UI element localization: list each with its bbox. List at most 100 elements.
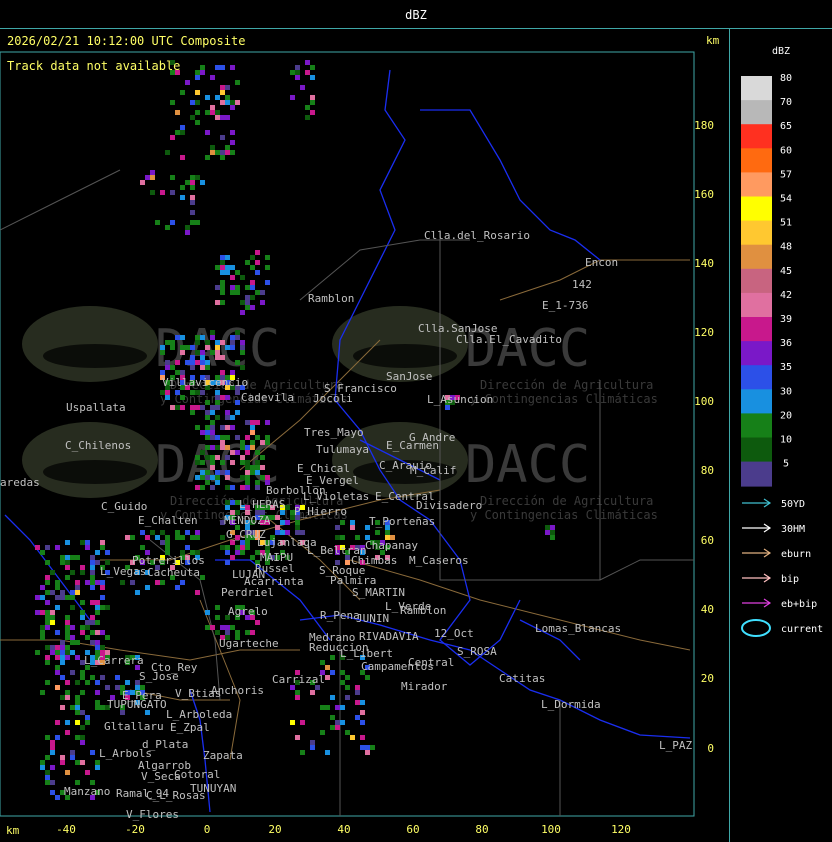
place-label: M_Caseros <box>409 554 469 567</box>
track-status-note: Track data not available <box>7 59 181 73</box>
place-label: Anchoris <box>211 684 264 697</box>
dacc-watermark-line: Dirección de Agricultura <box>480 494 653 508</box>
place-label: 142 <box>572 278 592 291</box>
place-label: Clla.del_Rosario <box>424 229 530 242</box>
legend-value: 57 <box>780 169 792 180</box>
y-tick-label: 120 <box>694 326 714 339</box>
place-label: L_PAZ <box>659 739 692 752</box>
x-tick-label: 40 <box>337 823 350 836</box>
legend-swatch <box>741 413 772 439</box>
place-label: Ugarteche <box>219 637 279 650</box>
place-label: L_Asuncion <box>427 393 493 406</box>
dacc-watermark-line: Dirección de Agricultura <box>480 378 653 392</box>
legend-value: 65 <box>780 121 792 132</box>
y-tick-label: 20 <box>701 672 714 685</box>
place-label: JUNIN <box>356 612 389 625</box>
y-tick-label: 0 <box>707 742 714 755</box>
place-label: Jocoli <box>313 392 353 405</box>
dacc-logo-text: DACC <box>465 435 590 495</box>
legend-value: 51 <box>780 218 792 229</box>
legend-swatch <box>741 292 772 318</box>
place-label: Acarrinta <box>244 575 304 588</box>
place-label: Cadevila <box>241 391 294 404</box>
place-label: TUPUNGATO <box>107 698 167 711</box>
legend-value: 42 <box>780 290 792 301</box>
track-legend-label: 30HM <box>781 524 805 535</box>
legend-swatch <box>741 341 772 367</box>
km-unit-top: km <box>706 34 720 47</box>
dacc-logo-icon <box>22 422 158 498</box>
place-label: E_Zpal <box>170 721 210 734</box>
x-tick-label: 120 <box>611 823 631 836</box>
place-label: Mirador <box>401 680 448 693</box>
y-axis-ticks: 180 160 140 120 100 80 60 40 20 0 <box>694 119 714 755</box>
legend-swatch <box>741 196 772 222</box>
place-label: Cotoral <box>174 768 220 781</box>
x-tick-label: 20 <box>268 823 281 836</box>
legend-swatch <box>741 76 772 101</box>
place-label: Central <box>408 656 454 669</box>
place-label: L_Violetas <box>303 490 369 503</box>
place-label: P_Hierro <box>294 505 347 518</box>
legend-value: 10 <box>780 435 792 446</box>
place-label: Gltallaru <box>104 720 164 733</box>
track-legend-label: 50YD <box>781 499 805 510</box>
place-label: Clla.El_Cavadito <box>456 333 562 346</box>
radar-display: dBZ DACC Dirección de Agricultura y Contin… <box>0 0 832 842</box>
track-legend-label: eburn <box>781 549 811 560</box>
legend-title: dBZ <box>772 46 791 57</box>
x-tick-label: 100 <box>541 823 561 836</box>
legend-value: 70 <box>780 97 792 108</box>
place-label: Ramblon <box>308 292 354 305</box>
current-track-icon <box>741 619 771 637</box>
track-legend-label: current <box>781 624 823 635</box>
place-label: E_Chalten <box>138 514 198 527</box>
place-label: L_Vegas <box>100 565 146 578</box>
place-label: Divisadero <box>416 499 482 512</box>
place-label: Catitas <box>499 672 545 685</box>
legend-value: 20 <box>780 410 792 421</box>
x-tick-label: 0 <box>204 823 211 836</box>
y-tick-label: 160 <box>694 188 714 201</box>
place-label: L_Arboleda <box>166 708 232 721</box>
y-tick-label: 100 <box>694 395 714 408</box>
y-tick-label: 80 <box>701 464 714 477</box>
place-label: Chapanay <box>365 539 418 552</box>
x-tick-label: -40 <box>56 823 76 836</box>
place-label: Zapata <box>203 749 243 762</box>
place-label: Carrizal <box>272 673 325 686</box>
place-label: Encon <box>585 256 618 269</box>
legend-swatch <box>741 172 772 198</box>
legend-swatch <box>741 124 772 150</box>
place-label: S_MARTIN <box>352 586 405 599</box>
place-label: T_Porteñas <box>369 515 435 528</box>
legend-value: 45 <box>780 266 792 277</box>
place-label: L_Libert <box>340 647 393 660</box>
place-label: C_Guido <box>101 500 147 513</box>
place-label: 12_Oct <box>434 627 474 640</box>
place-label: L_Dormida <box>541 698 601 711</box>
legend-swatch <box>741 317 772 342</box>
legend-swatch <box>741 220 772 246</box>
track-legend-label: bip <box>781 574 799 585</box>
legend-swatch <box>741 268 772 294</box>
place-label: C_Chilenos <box>65 439 131 452</box>
place-label: MENDOZA <box>224 514 271 527</box>
track-legend: 50YD 30HM eburn bip eb+bip current <box>741 498 823 637</box>
radar-map[interactable]: DACCDirección de Agriculturay Contingenc… <box>0 0 832 842</box>
legend-value: 30 <box>780 386 792 397</box>
legend-swatch <box>741 461 772 487</box>
legend-value: 36 <box>780 338 792 349</box>
legend-value: 35 <box>780 362 792 373</box>
place-label: Ramal_94 <box>116 787 169 800</box>
place-label: SanJose <box>386 370 432 383</box>
y-tick-label: 60 <box>701 534 714 547</box>
legend-swatch <box>741 437 772 463</box>
dacc-logo-icon <box>22 306 158 382</box>
km-unit-bottom: km <box>6 824 20 837</box>
place-label: L_Verde <box>385 600 431 613</box>
place-label: Manzano <box>64 785 110 798</box>
legend-value: 5 <box>783 459 789 470</box>
legend-value: 60 <box>780 145 792 156</box>
x-tick-label: 60 <box>406 823 419 836</box>
